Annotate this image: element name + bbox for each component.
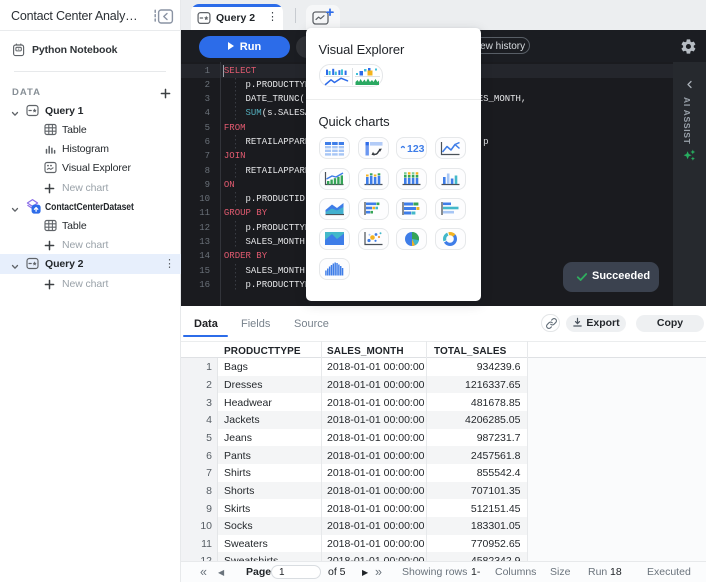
svg-text:123: 123 bbox=[407, 143, 424, 154]
